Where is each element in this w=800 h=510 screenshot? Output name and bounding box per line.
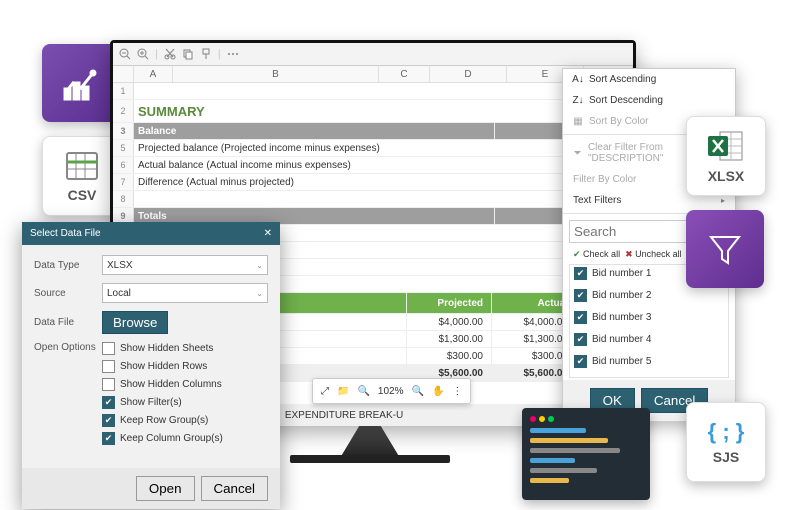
analytics-tile: [42, 44, 120, 122]
zoom-in-icon[interactable]: [137, 48, 149, 60]
tab-expenditure[interactable]: EXPENDITURE BREAK-U: [276, 407, 412, 424]
chart-icon: [59, 61, 103, 105]
folder-icon[interactable]: 📁: [337, 386, 349, 397]
copy-icon[interactable]: [182, 48, 194, 60]
open-button[interactable]: Open: [136, 476, 195, 501]
sort-desc[interactable]: Z↓Sort Descending: [563, 90, 735, 111]
chk-row-groups[interactable]: ✔: [102, 414, 115, 427]
zoom-out-icon[interactable]: 🔍: [357, 386, 369, 397]
chk-hidden-cols[interactable]: [102, 378, 115, 391]
more-icon[interactable]: ⋮: [452, 386, 462, 397]
zoom-out-icon[interactable]: [119, 48, 131, 60]
sjs-tile: { ; } SJS: [686, 402, 766, 482]
chk-hidden-sheets[interactable]: [102, 342, 115, 355]
excel-icon: [706, 128, 746, 164]
zoom-level: 102%: [378, 386, 404, 397]
sort-asc[interactable]: A↓Sort Ascending: [563, 69, 735, 90]
filter-item[interactable]: Bid number 3: [592, 312, 651, 323]
sjs-icon: { ; }: [708, 419, 745, 445]
close-icon[interactable]: ✕: [264, 228, 272, 239]
paint-icon[interactable]: [200, 48, 212, 60]
zoom-in-icon[interactable]: 🔍: [411, 386, 423, 397]
xlsx-label: XLSX: [708, 168, 745, 184]
filter-item[interactable]: Bid number 5: [592, 356, 651, 367]
source-select[interactable]: Local⌄: [102, 283, 268, 303]
proj-header: Projected: [406, 293, 491, 313]
browse-button[interactable]: Browse: [102, 311, 168, 334]
sjs-label: SJS: [713, 449, 739, 465]
csv-file-icon: [63, 149, 101, 183]
filter-item[interactable]: Bid number 4: [592, 334, 651, 345]
expand-icon[interactable]: ⤢: [321, 386, 329, 397]
chk-col-groups[interactable]: ✔: [102, 432, 115, 445]
chk-filters[interactable]: ✔: [102, 396, 115, 409]
filter-item[interactable]: Bid number 2: [592, 290, 651, 301]
app-toolbar: | |: [113, 43, 633, 66]
col-C[interactable]: C: [379, 66, 430, 82]
chk-hidden-rows[interactable]: [102, 360, 115, 373]
code-tile: [522, 408, 650, 500]
filter-tile: [686, 210, 764, 288]
monitor-stand: [340, 423, 400, 458]
cancel-button[interactable]: Cancel: [201, 476, 269, 501]
filter-item[interactable]: Bid number 1: [592, 268, 651, 279]
col-A[interactable]: A: [134, 66, 173, 82]
balance-row: Actual balance (Actual income minus expe…: [134, 157, 633, 173]
select-data-dialog: Select Data File✕ Data TypeXLSX⌄ SourceL…: [22, 222, 280, 509]
xlsx-tile: XLSX: [686, 116, 766, 196]
col-B[interactable]: B: [173, 66, 379, 82]
column-headers: A B C D E F: [113, 66, 633, 83]
funnel-icon: [705, 229, 745, 269]
cut-icon[interactable]: [164, 48, 176, 60]
balance-row: Difference (Actual minus projected): [134, 174, 633, 190]
monitor-base: [290, 455, 450, 463]
balance-row: Projected balance (Projected income minu…: [134, 140, 633, 156]
floating-toolbar: ⤢ 📁 🔍 102% 🔍 ✋ ⋮: [312, 378, 471, 404]
csv-label: CSV: [68, 187, 97, 203]
hand-icon[interactable]: ✋: [432, 386, 444, 397]
summary-title: SUMMARY: [134, 100, 633, 122]
col-D[interactable]: D: [430, 66, 507, 82]
more-icon[interactable]: [227, 48, 239, 60]
balance-header: Balance: [134, 123, 494, 139]
datatype-select[interactable]: XLSX⌄: [102, 255, 268, 275]
dialog-title: Select Data File: [30, 228, 101, 239]
